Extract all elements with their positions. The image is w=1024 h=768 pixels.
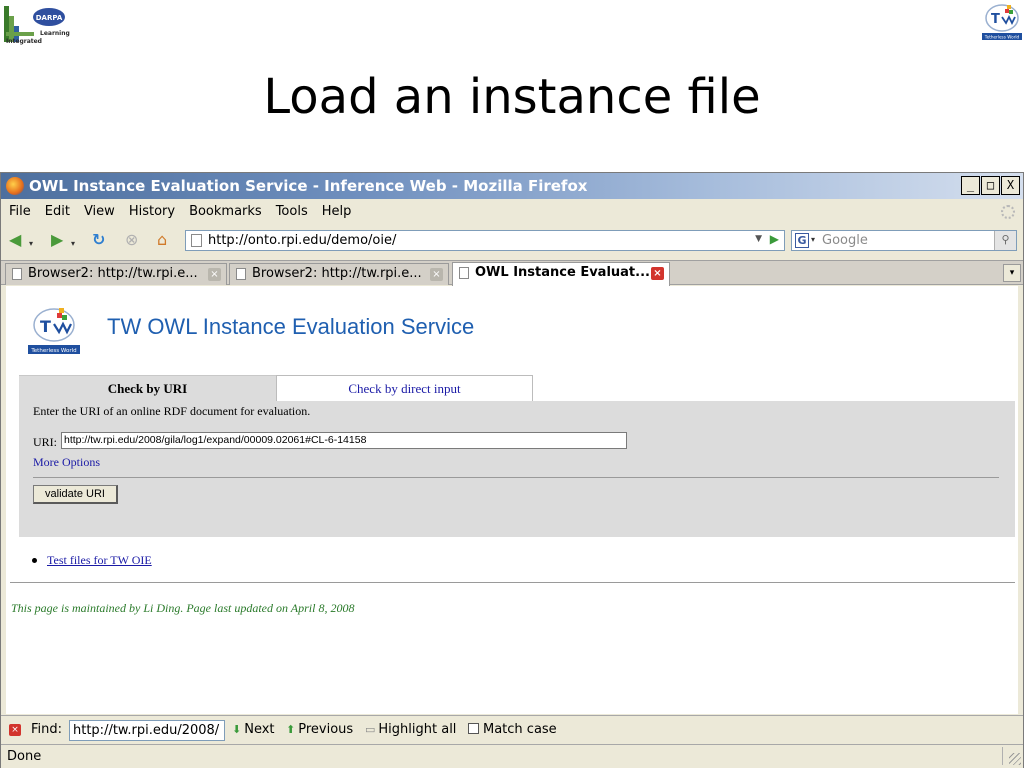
tab-owl-instance[interactable]: OWL Instance Evaluat... × xyxy=(452,262,670,286)
arrow-up-icon: ⬆ xyxy=(286,723,296,736)
tab-label: Browser2: http://tw.rpi.e... xyxy=(28,266,198,281)
menu-help[interactable]: Help xyxy=(314,200,358,219)
form-divider xyxy=(33,477,999,478)
find-next-button[interactable]: ⬇ Next xyxy=(232,722,275,737)
google-icon[interactable]: G xyxy=(795,233,809,248)
search-icon[interactable]: ⚲ xyxy=(994,231,1016,250)
menu-view[interactable]: View xyxy=(76,200,121,219)
tab-label: Browser2: http://tw.rpi.e... xyxy=(252,266,422,281)
find-label: Find: xyxy=(31,722,63,737)
search-bar[interactable]: G ▾ Google ⚲ xyxy=(791,230,1017,251)
page-content: T Tetherless World TW OWL Instance Evalu… xyxy=(6,286,1018,714)
tab-page-icon xyxy=(459,267,469,279)
menu-tools[interactable]: Tools xyxy=(268,200,314,219)
darpa-logo: DARPA Learning Integrated xyxy=(2,2,70,46)
bullet-icon xyxy=(32,558,37,563)
tab-list-dropdown-icon[interactable]: ▾ xyxy=(1003,264,1021,282)
tab-label: OWL Instance Evaluat... xyxy=(475,265,650,280)
menu-history[interactable]: History xyxy=(121,200,181,219)
menu-bar: File Edit View History Bookmarks Tools Help xyxy=(1,200,1023,224)
go-icon[interactable]: ▶ xyxy=(770,232,779,246)
url-text: http://onto.rpi.edu/demo/oie/ xyxy=(208,233,397,248)
find-previous-label: Previous xyxy=(298,722,354,737)
checkbox-icon xyxy=(468,723,479,734)
search-engine-dropdown-icon[interactable]: ▾ xyxy=(811,235,815,244)
menu-file[interactable]: File xyxy=(1,200,37,219)
slide-title: Load an instance file xyxy=(263,69,761,125)
tab-check-by-direct-input[interactable]: Check by direct input xyxy=(276,375,533,402)
highlight-icon: ▭ xyxy=(365,723,376,736)
window-title: OWL Instance Evaluation Service - Infere… xyxy=(29,177,588,195)
firefox-window: OWL Instance Evaluation Service - Infere… xyxy=(0,172,1024,768)
find-bar: × Find: http://tw.rpi.edu/2008/ ⬇ Next ⬆ P… xyxy=(1,715,1023,743)
close-tab-icon[interactable]: × xyxy=(208,268,221,281)
svg-text:Integrated: Integrated xyxy=(6,38,42,45)
throbber-icon xyxy=(1001,205,1015,219)
reload-icon[interactable]: ↻ xyxy=(92,232,105,248)
svg-text:Tetherless World: Tetherless World xyxy=(30,348,76,354)
svg-text:Learning: Learning xyxy=(40,30,70,37)
search-placeholder: Google xyxy=(822,233,868,248)
window-titlebar[interactable]: OWL Instance Evaluation Service - Infere… xyxy=(1,173,1023,199)
stop-icon[interactable]: ⊗ xyxy=(125,232,138,248)
tab-page-icon xyxy=(12,268,22,280)
tetherless-world-logo: T Tetherless World xyxy=(980,3,1024,41)
tab-browser2-1[interactable]: Browser2: http://tw.rpi.e... × xyxy=(5,263,227,285)
status-divider xyxy=(1002,747,1003,765)
page-icon xyxy=(191,234,202,247)
svg-text:T: T xyxy=(40,317,51,336)
highlight-all-button[interactable]: ▭ Highlight all xyxy=(365,722,456,737)
status-bar: Done xyxy=(1,744,1023,768)
highlight-all-label: Highlight all xyxy=(378,722,457,737)
tab-browser2-2[interactable]: Browser2: http://tw.rpi.e... × xyxy=(229,263,449,285)
maximize-button[interactable]: □ xyxy=(981,176,1000,195)
match-case-label: Match case xyxy=(483,722,557,737)
uri-label: URI: xyxy=(33,435,57,449)
page-footer: This page is maintained by Li Ding. Page… xyxy=(11,601,355,615)
match-case-checkbox[interactable]: Match case xyxy=(468,722,557,737)
forward-dropdown-icon[interactable]: ▾ xyxy=(71,236,75,252)
back-dropdown-icon[interactable]: ▾ xyxy=(29,236,33,252)
back-icon[interactable]: ◀ xyxy=(9,232,21,248)
close-window-button[interactable]: X xyxy=(1001,176,1020,195)
close-tab-icon[interactable]: × xyxy=(651,267,664,280)
svg-text:T: T xyxy=(991,12,1000,27)
form-instructions: Enter the URI of an online RDF document … xyxy=(33,404,311,418)
page-divider xyxy=(10,582,1015,583)
close-find-icon[interactable]: × xyxy=(9,724,21,736)
tab-strip: Browser2: http://tw.rpi.e... × Browser2:… xyxy=(1,260,1023,286)
url-dropdown-icon[interactable]: ▼ xyxy=(755,234,762,244)
tab-page-icon xyxy=(236,268,246,280)
url-bar[interactable]: http://onto.rpi.edu/demo/oie/ ▼ ▶ xyxy=(185,230,785,251)
minimize-button[interactable]: _ xyxy=(961,176,980,195)
svg-text:Tetherless World: Tetherless World xyxy=(984,35,1020,40)
firefox-icon xyxy=(6,177,24,195)
svg-text:DARPA: DARPA xyxy=(36,14,63,22)
tab-check-by-uri[interactable]: Check by URI xyxy=(19,375,276,402)
validate-uri-button[interactable]: validate URI xyxy=(33,485,118,504)
uri-form-panel: Enter the URI of an online RDF document … xyxy=(19,401,1015,537)
find-input[interactable]: http://tw.rpi.edu/2008/ xyxy=(69,720,225,741)
status-text: Done xyxy=(7,749,42,764)
page-heading: TW OWL Instance Evaluation Service xyxy=(107,314,475,339)
close-tab-icon[interactable]: × xyxy=(430,268,443,281)
find-next-label: Next xyxy=(244,722,275,737)
more-options-link[interactable]: More Options xyxy=(33,455,100,470)
tw-logo: T Tetherless World xyxy=(26,306,82,356)
menu-bookmarks[interactable]: Bookmarks xyxy=(181,200,268,219)
forward-icon[interactable]: ▶ xyxy=(51,232,63,248)
menu-edit[interactable]: Edit xyxy=(37,200,76,219)
arrow-down-icon: ⬇ xyxy=(232,723,242,736)
home-icon[interactable]: ⌂ xyxy=(157,232,167,248)
find-previous-button[interactable]: ⬆ Previous xyxy=(286,722,353,737)
navigation-toolbar: ◀ ▾ ▶ ▾ ↻ ⊗ ⌂ http://onto.rpi.edu/demo/o… xyxy=(1,225,1023,255)
uri-input[interactable]: http://tw.rpi.edu/2008/gila/log1/expand/… xyxy=(61,432,627,449)
test-files-link[interactable]: Test files for TW OIE xyxy=(47,553,152,568)
resize-grip-icon[interactable] xyxy=(1009,753,1021,765)
